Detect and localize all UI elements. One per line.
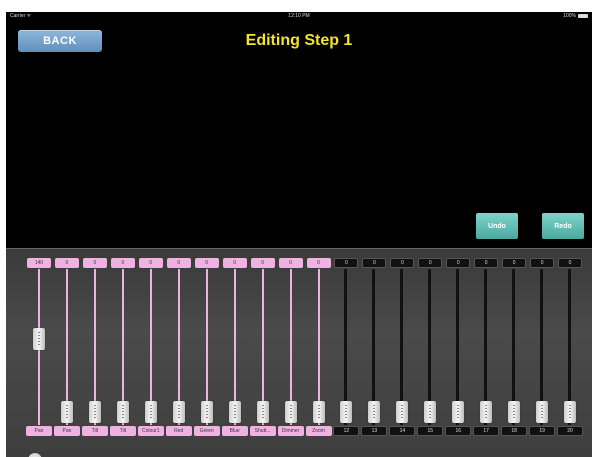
- undo-button[interactable]: Undo: [476, 213, 518, 239]
- fader-thumb[interactable]: [284, 401, 297, 423]
- fader-value[interactable]: 0: [166, 258, 191, 268]
- fader-label[interactable]: 13: [361, 426, 388, 436]
- fader-label[interactable]: 18: [501, 426, 528, 436]
- fader-channel: 0 14: [389, 249, 416, 445]
- fader-channel: 0 12: [333, 249, 360, 445]
- battery-indicator: 100%: [563, 13, 588, 19]
- fader-channel: 0 Blue: [221, 249, 248, 445]
- fader-channel: 0 17: [473, 249, 500, 445]
- clock: 12:10 PM: [288, 13, 310, 19]
- fader-label[interactable]: 12: [333, 426, 360, 436]
- fader-label[interactable]: 20: [557, 426, 584, 436]
- fader-label[interactable]: Red: [165, 426, 192, 436]
- fader-thumb[interactable]: [424, 401, 437, 423]
- fader-label[interactable]: Zoom: [305, 426, 332, 436]
- fader-label[interactable]: 15: [417, 426, 444, 436]
- fader-value[interactable]: 0: [530, 258, 555, 268]
- fader-channel: 0 20: [557, 249, 584, 445]
- fader-thumb[interactable]: [88, 401, 101, 423]
- fader-thumb[interactable]: [340, 401, 353, 423]
- fader-value[interactable]: 0: [334, 258, 359, 268]
- battery-percent: 100%: [563, 13, 576, 19]
- app-screen: Carrier ᯤ 12:10 PM 100% BACK Editing Ste…: [6, 12, 592, 457]
- page-title: Editing Step 1: [245, 32, 353, 49]
- fader-thumb[interactable]: [452, 401, 465, 423]
- fader-channel: 0 Zoom: [305, 249, 332, 445]
- fader-value[interactable]: 0: [222, 258, 247, 268]
- fader-thumb[interactable]: [200, 401, 213, 423]
- fader-thumb[interactable]: [144, 401, 157, 423]
- fader-thumb[interactable]: [396, 401, 409, 423]
- fader-thumb[interactable]: [368, 401, 381, 423]
- battery-icon: [578, 14, 588, 18]
- fader-value[interactable]: 0: [390, 258, 415, 268]
- fader-channel: 0 18: [501, 249, 528, 445]
- fader-channel: 0 13: [361, 249, 388, 445]
- status-bar: Carrier ᯤ 12:10 PM 100%: [6, 12, 592, 20]
- horizontal-scroll-knob[interactable]: [28, 453, 42, 457]
- fader-label[interactable]: Colour1: [137, 426, 164, 436]
- fader-thumb[interactable]: [116, 401, 129, 423]
- fader-value[interactable]: 0: [446, 258, 471, 268]
- fader-value[interactable]: 0: [558, 258, 583, 268]
- fader-value[interactable]: 0: [418, 258, 443, 268]
- fader-label[interactable]: Dimmer: [277, 426, 304, 436]
- fader-value[interactable]: 0: [250, 258, 275, 268]
- fader-thumb[interactable]: [536, 401, 549, 423]
- fader-value[interactable]: 0: [110, 258, 135, 268]
- fader-label[interactable]: Shutt...: [249, 426, 276, 436]
- fader-channel: 0 Colour1: [137, 249, 164, 445]
- fader-channel: 0 Shutt...: [249, 249, 276, 445]
- fader-label[interactable]: Tilt: [109, 426, 136, 436]
- fader-channel: 0 Pan: [53, 249, 80, 445]
- fader-label[interactable]: Blue: [221, 426, 248, 436]
- fader-value[interactable]: 0: [502, 258, 527, 268]
- fader-channel: 0 Tilt: [109, 249, 136, 445]
- fader-thumb[interactable]: [564, 401, 577, 423]
- fader-channel: 140 Pan: [26, 249, 52, 445]
- fader-value[interactable]: 0: [138, 258, 163, 268]
- fader-value[interactable]: 0: [362, 258, 387, 268]
- fader-value[interactable]: 0: [54, 258, 79, 268]
- fader-thumb[interactable]: [228, 401, 241, 423]
- fader-value[interactable]: 0: [278, 258, 303, 268]
- fader-thumb[interactable]: [256, 401, 269, 423]
- fader-thumb[interactable]: [172, 401, 185, 423]
- fader-label[interactable]: Pan: [53, 426, 80, 436]
- fader-value[interactable]: 0: [82, 258, 107, 268]
- fader-label[interactable]: 14: [389, 426, 416, 436]
- fader-thumb[interactable]: [312, 401, 325, 423]
- fader-value[interactable]: 140: [27, 258, 51, 268]
- fader-channel: 0 16: [445, 249, 472, 445]
- fader-channel: 0 15: [417, 249, 444, 445]
- fader-channel: 0 Red: [165, 249, 192, 445]
- fader-thumb[interactable]: [480, 401, 493, 423]
- fader-label[interactable]: 19: [529, 426, 556, 436]
- fader-thumb[interactable]: [60, 401, 73, 423]
- fader-label[interactable]: Pan: [26, 426, 52, 436]
- fader-label[interactable]: Tilt: [81, 426, 108, 436]
- fader-label[interactable]: Green: [193, 426, 220, 436]
- fader-thumb[interactable]: [33, 328, 45, 351]
- fader-value[interactable]: 0: [474, 258, 499, 268]
- fader-panel: 140 Pan 0 Pan 0 Tilt 0 Tilt 0 Colour1 0 Red 0 Green 0 B…: [6, 248, 592, 457]
- fader-channel: 0 Tilt: [81, 249, 108, 445]
- fader-label[interactable]: 17: [473, 426, 500, 436]
- fader-channel: 0 Dimmer: [277, 249, 304, 445]
- redo-button[interactable]: Redo: [542, 213, 584, 239]
- fader-value[interactable]: 0: [194, 258, 219, 268]
- fader-thumb[interactable]: [508, 401, 521, 423]
- fader-label[interactable]: 16: [445, 426, 472, 436]
- fader-value[interactable]: 0: [306, 258, 331, 268]
- fader-channel: 0 Green: [193, 249, 220, 445]
- fader-channel: 0 19: [529, 249, 556, 445]
